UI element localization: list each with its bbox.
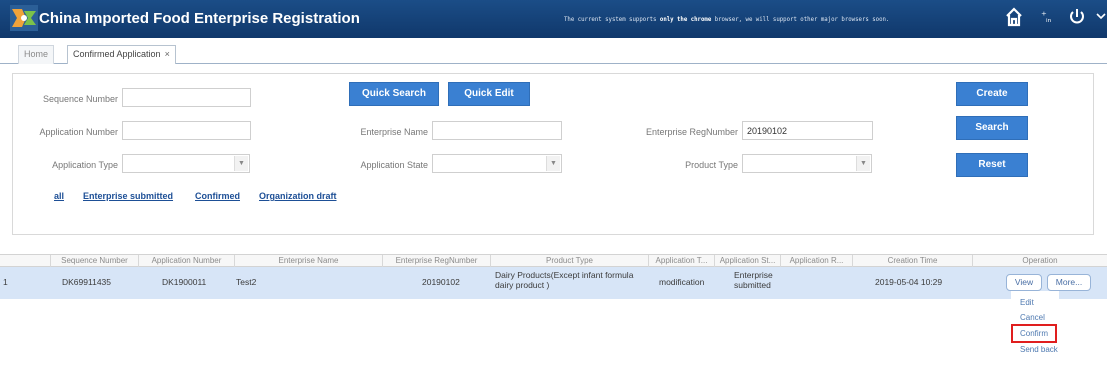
column-header[interactable]: Application St...	[714, 255, 780, 267]
product-type-select[interactable]: ▼	[742, 154, 872, 173]
quick-search-button[interactable]: Quick Search	[349, 82, 439, 106]
enterprise-regnumber-label: Enterprise RegNumber	[645, 127, 738, 137]
svg-text:ᵢₙ: ᵢₙ	[1046, 15, 1052, 25]
enterprise-name-label: Enterprise Name	[360, 127, 428, 137]
filter-link-enterprise-submitted[interactable]: Enterprise submitted	[83, 191, 173, 201]
row-index: 1	[3, 277, 8, 287]
close-icon[interactable]: ×	[165, 49, 170, 59]
application-state-select[interactable]: ▼	[432, 154, 562, 173]
create-button[interactable]: Create	[956, 82, 1028, 106]
column-header: Operation	[972, 255, 1107, 267]
dropdown-arrow-icon: ▼	[234, 156, 248, 171]
language-icon[interactable]: ⁺ ᵢₙ	[1040, 7, 1062, 29]
sequence-number-input[interactable]	[122, 88, 251, 107]
cell-enterprise-name: Test2	[236, 277, 257, 287]
cell-application-type: modification	[659, 277, 705, 287]
search-button[interactable]: Search	[956, 116, 1028, 140]
column-header[interactable]: Creation Time	[852, 255, 972, 267]
application-state-label: Application State	[360, 160, 428, 170]
product-type-label: Product Type	[685, 160, 738, 170]
app-title: China Imported Food Enterprise Registrat…	[39, 10, 360, 27]
reset-button[interactable]: Reset	[956, 153, 1028, 177]
application-type-label: Application Type	[52, 160, 118, 170]
application-number-input[interactable]	[122, 121, 251, 140]
tab-bar: Home Confirmed Application ×	[0, 38, 1107, 64]
cell-application-number: DK1900011	[162, 277, 207, 287]
application-number-label: Application Number	[39, 127, 118, 137]
browser-notice: The current system supports only the chr…	[564, 17, 890, 23]
dropdown-arrow-icon: ▼	[856, 156, 870, 171]
enterprise-name-input[interactable]	[432, 121, 562, 140]
cell-sequence-number: DK69911435	[62, 277, 111, 287]
cell-application-state: Enterprise submitted	[734, 270, 773, 290]
app-logo-icon	[10, 5, 38, 31]
column-header[interactable]: Application R...	[780, 255, 852, 267]
sequence-number-label: Sequence Number	[42, 94, 118, 104]
menu-item-edit[interactable]: Edit	[1020, 298, 1034, 307]
column-header[interactable]: Enterprise RegNumber	[382, 255, 490, 267]
cell-creation-time: 2019-05-04 10:29	[875, 277, 943, 287]
tab-confirmed-application[interactable]: Confirmed Application ×	[67, 45, 176, 64]
table-header: Sequence Number Application Number Enter…	[0, 254, 1107, 267]
filter-link-all[interactable]: all	[54, 191, 64, 201]
app-header: China Imported Food Enterprise Registrat…	[0, 0, 1107, 38]
power-icon[interactable]	[1068, 7, 1086, 29]
cell-regnumber: 20190102	[422, 277, 460, 287]
chevron-down-icon[interactable]	[1096, 11, 1106, 23]
column-header[interactable]: Product Type	[490, 255, 648, 267]
column-header-index	[0, 255, 50, 267]
table-row[interactable]: 1 DK69911435 DK1900011 Test2 20190102 Da…	[0, 267, 1107, 299]
confirm-highlight-box	[1011, 324, 1057, 343]
more-button[interactable]: More...	[1047, 274, 1091, 291]
filter-link-organization-draft[interactable]: Organization draft	[259, 191, 337, 201]
application-type-select[interactable]: ▼	[122, 154, 250, 173]
column-header[interactable]: Application T...	[648, 255, 714, 267]
menu-item-send-back[interactable]: Send back	[1020, 345, 1058, 354]
tab-home[interactable]: Home	[18, 45, 55, 64]
home-icon[interactable]	[1005, 7, 1023, 29]
menu-item-cancel[interactable]: Cancel	[1020, 313, 1045, 322]
column-header[interactable]: Application Number	[138, 255, 234, 267]
filter-link-confirmed[interactable]: Confirmed	[195, 191, 240, 201]
cell-product-type: Dairy Products(Except infant formula dai…	[495, 270, 634, 290]
column-header[interactable]: Enterprise Name	[234, 255, 382, 267]
column-header[interactable]: Sequence Number	[50, 255, 138, 267]
view-button[interactable]: View	[1006, 274, 1042, 291]
enterprise-regnumber-input[interactable]	[742, 121, 873, 140]
dropdown-arrow-icon: ▼	[546, 156, 560, 171]
quick-edit-button[interactable]: Quick Edit	[448, 82, 530, 106]
